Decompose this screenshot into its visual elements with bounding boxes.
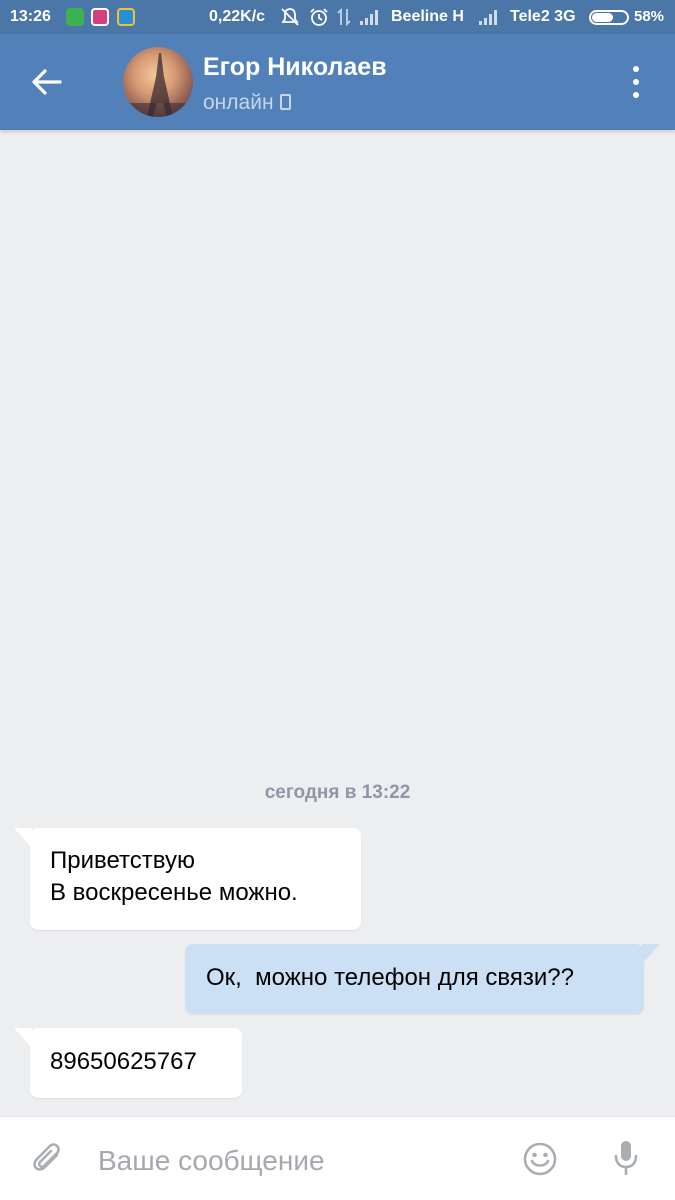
message-text: 89650625767: [50, 1048, 197, 1075]
chat-header: Егор Николаев онлайн: [0, 34, 675, 130]
message-text: В воскресенье можно.: [50, 879, 298, 906]
eiffel-tower-image: [123, 53, 193, 117]
carrier-1: Beeline H: [391, 8, 464, 25]
instagram-notification-icon: [91, 8, 109, 26]
phone-notification-icon: [66, 8, 84, 26]
message-outgoing[interactable]: Ок, можно телефон для связи??: [185, 944, 660, 1014]
signal-strength-icon: [360, 9, 380, 25]
alarm-icon: [309, 7, 329, 32]
message-incoming[interactable]: Приветствую В воскресенье можно.: [14, 828, 361, 930]
signal-strength-icon: [479, 9, 499, 25]
message-text: Ок, можно телефон для связи??: [206, 964, 574, 991]
online-status-text: онлайн: [203, 91, 274, 114]
emoji-button[interactable]: [522, 1141, 558, 1177]
emoji-icon: [523, 1142, 557, 1176]
mail-notification-icon: [117, 8, 135, 26]
battery-percent: 58%: [634, 8, 665, 25]
carrier-2: Tele2 3G: [510, 8, 576, 25]
back-button[interactable]: [24, 60, 70, 106]
message-input[interactable]: [98, 1141, 498, 1181]
message-text: Приветствую: [50, 847, 195, 874]
back-arrow-icon: [32, 69, 62, 95]
data-transfer-icon: [337, 7, 351, 32]
network-speed: 0,22K/c: [209, 8, 266, 25]
date-separator: сегодня в 13:22: [264, 782, 411, 803]
microphone-icon: [614, 1141, 638, 1175]
message-incoming[interactable]: 89650625767: [14, 1028, 242, 1098]
battery-icon: [589, 10, 629, 25]
status-time: 13:26: [10, 8, 51, 25]
more-vertical-icon: [633, 66, 639, 72]
more-options-button[interactable]: [622, 64, 650, 100]
contact-name[interactable]: Егор Николаев: [203, 53, 387, 82]
contact-avatar[interactable]: [123, 47, 193, 117]
voice-message-button[interactable]: [611, 1139, 641, 1179]
attach-button[interactable]: [30, 1141, 68, 1179]
message-composer: [0, 1116, 675, 1200]
status-bar: 13:26 0,22K/c Beeline H Tele2 3G 58%: [0, 0, 675, 34]
notifications-off-icon: [280, 7, 300, 32]
contact-status: онлайн: [203, 91, 291, 115]
mobile-phone-icon: [279, 94, 291, 110]
paperclip-icon: [33, 1143, 60, 1171]
